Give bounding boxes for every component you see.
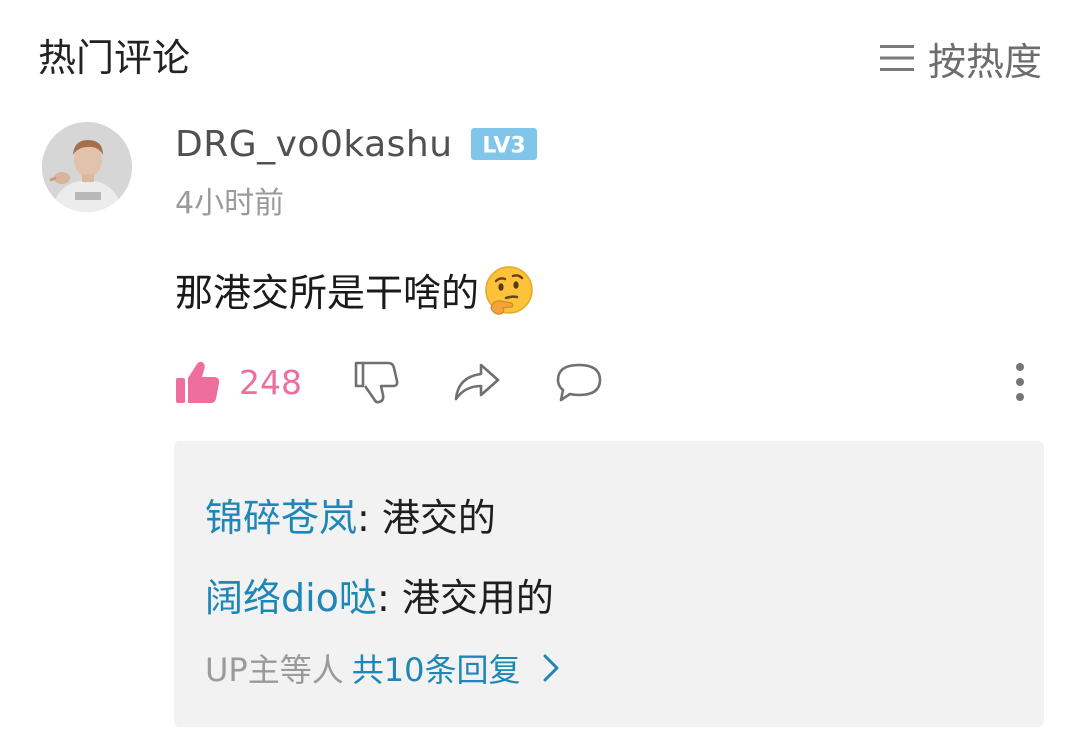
thumbs-down-icon (354, 361, 399, 404)
reply-separator: : (357, 496, 382, 540)
hot-comments-panel: 热门评论 按热度 DRG_vo0kashu LV3 4小时前 那港交所是干啥的 … (0, 0, 1080, 755)
thinking-face-icon (483, 264, 535, 316)
more-options-button[interactable] (1005, 354, 1035, 410)
reply-author[interactable]: 阔络dio哒 (205, 576, 377, 620)
reply-text: 港交用的 (401, 576, 554, 620)
level-badge-icon: LV3 (470, 128, 537, 160)
username-row: DRG_vo0kashu LV3 (175, 122, 537, 166)
reply-preview-box[interactable]: 锦碎苍岚: 港交的 阔络dio哒: 港交用的 UP主等人 共10条回复 (174, 441, 1044, 727)
view-all-replies-link[interactable]: UP主等人 共10条回复 (205, 645, 560, 691)
reply-author[interactable]: 锦碎苍岚 (205, 496, 357, 540)
like-count: 248 (239, 362, 302, 402)
share-arrow-icon (454, 363, 500, 401)
comment-text: 那港交所是干啥的 (175, 271, 480, 315)
thumbs-up-icon (176, 361, 220, 403)
avatar-image (42, 122, 132, 212)
sort-by-popularity-button[interactable]: 按热度 (879, 34, 1042, 84)
chevron-right-icon (543, 654, 559, 682)
share-button[interactable] (453, 354, 501, 410)
reply-button[interactable] (555, 354, 603, 410)
vertical-dots-icon (1016, 363, 1024, 401)
like-button[interactable]: 248 (175, 354, 302, 410)
reply-separator: : (376, 576, 402, 620)
level-badge: LV3 (470, 128, 537, 160)
comment-body: 那港交所是干啥的 (175, 262, 535, 317)
dislike-button[interactable] (353, 354, 399, 410)
reply-item[interactable]: 阔络dio哒: 港交用的 (205, 567, 554, 622)
comment-actions: 248 (175, 354, 1045, 410)
reply-text: 港交的 (381, 496, 496, 540)
sort-label: 按热度 (927, 39, 1042, 84)
username[interactable]: DRG_vo0kashu (175, 124, 453, 165)
replies-participants: UP主等人 (205, 651, 344, 689)
svg-text:LV3: LV3 (482, 134, 525, 159)
speech-bubble-icon (556, 363, 602, 402)
comment-timestamp: 4小时前 (175, 186, 285, 221)
avatar[interactable] (42, 122, 132, 212)
replies-count: 共10条回复 (351, 651, 521, 689)
section-title: 热门评论 (38, 36, 191, 80)
reply-item[interactable]: 锦碎苍岚: 港交的 (205, 487, 496, 542)
menu-icon (879, 45, 914, 71)
